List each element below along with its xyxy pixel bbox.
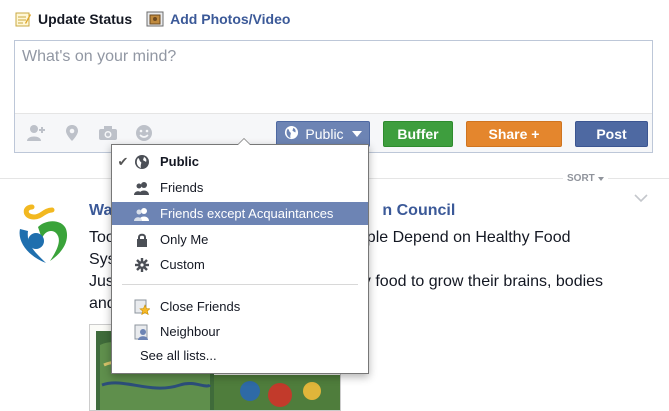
photo-icon xyxy=(146,11,164,27)
story-line3-end: y food to grow their brains, bodies xyxy=(362,273,604,290)
menu-item-label: Only Me xyxy=(160,232,209,247)
tab-add-photos[interactable]: Add Photos/Video xyxy=(146,11,290,27)
menu-item-label: Public xyxy=(160,154,200,169)
share-button[interactable]: Share + xyxy=(466,121,562,147)
tab-add-photos-label: Add Photos/Video xyxy=(170,11,291,27)
post-button[interactable]: Post xyxy=(575,121,648,147)
globe-icon xyxy=(134,154,150,170)
star-list-icon xyxy=(134,299,150,315)
friends-except-icon xyxy=(134,206,150,222)
audience-dropdown-menu: ✔ Public Friends Friends except Acquaint… xyxy=(111,138,369,374)
menu-item-label: Neighbour xyxy=(160,324,220,339)
pencil-note-icon xyxy=(14,11,32,27)
menu-item-close-friends[interactable]: Close Friends xyxy=(112,295,368,318)
smiley-icon[interactable] xyxy=(133,124,155,142)
caret-down-icon xyxy=(597,176,604,181)
lock-icon xyxy=(134,232,150,248)
caret-down-icon xyxy=(351,131,362,137)
page-avatar-logo[interactable] xyxy=(12,201,78,267)
menu-item-see-all-lists[interactable]: See all lists... xyxy=(112,344,368,367)
composer-icons xyxy=(25,124,169,142)
menu-item-friends[interactable]: Friends xyxy=(112,176,368,199)
post-options-chevron-icon[interactable] xyxy=(634,193,648,203)
menu-item-friends-except-acquaintances[interactable]: Friends except Acquaintances xyxy=(112,202,368,225)
globe-icon xyxy=(284,125,299,143)
menu-item-label: Close Friends xyxy=(160,299,241,314)
buffer-button[interactable]: Buffer xyxy=(383,121,453,147)
menu-item-label: See all lists... xyxy=(140,348,217,363)
checkmark-icon: ✔ xyxy=(117,153,129,169)
camera-icon[interactable] xyxy=(97,124,119,142)
gear-icon xyxy=(134,257,150,273)
composer-box: Public Buffer Share + Post xyxy=(14,40,653,153)
menu-item-label: Friends xyxy=(160,180,204,195)
story-title-start: Wa xyxy=(89,202,113,219)
menu-item-neighbour[interactable]: Neighbour xyxy=(112,320,368,343)
tab-update-status-label: Update Status xyxy=(38,11,133,27)
menu-separator xyxy=(122,284,358,285)
menu-pointer xyxy=(237,138,251,145)
menu-item-public[interactable]: ✔ Public xyxy=(112,150,368,173)
menu-item-label: Friends except Acquaintances xyxy=(160,206,334,221)
list-icon xyxy=(134,324,150,340)
sort-label: SORT xyxy=(567,173,595,184)
composer-tabs: Update Status Add Photos/Video xyxy=(14,8,304,30)
audience-selector-label: Public xyxy=(305,126,344,142)
menu-item-label: Custom xyxy=(160,257,205,272)
tag-friends-icon[interactable] xyxy=(25,124,47,142)
story-title-end: n Council xyxy=(382,202,456,219)
status-input[interactable] xyxy=(15,41,652,114)
friends-icon xyxy=(134,180,150,196)
tab-update-status[interactable]: Update Status xyxy=(14,11,132,27)
menu-item-custom[interactable]: Custom xyxy=(112,253,368,276)
story-line1-end: ple Depend on Healthy Food xyxy=(366,229,571,246)
menu-item-only-me[interactable]: Only Me xyxy=(112,228,368,251)
location-pin-icon[interactable] xyxy=(61,124,83,142)
sort-menu[interactable]: SORT xyxy=(563,173,608,184)
